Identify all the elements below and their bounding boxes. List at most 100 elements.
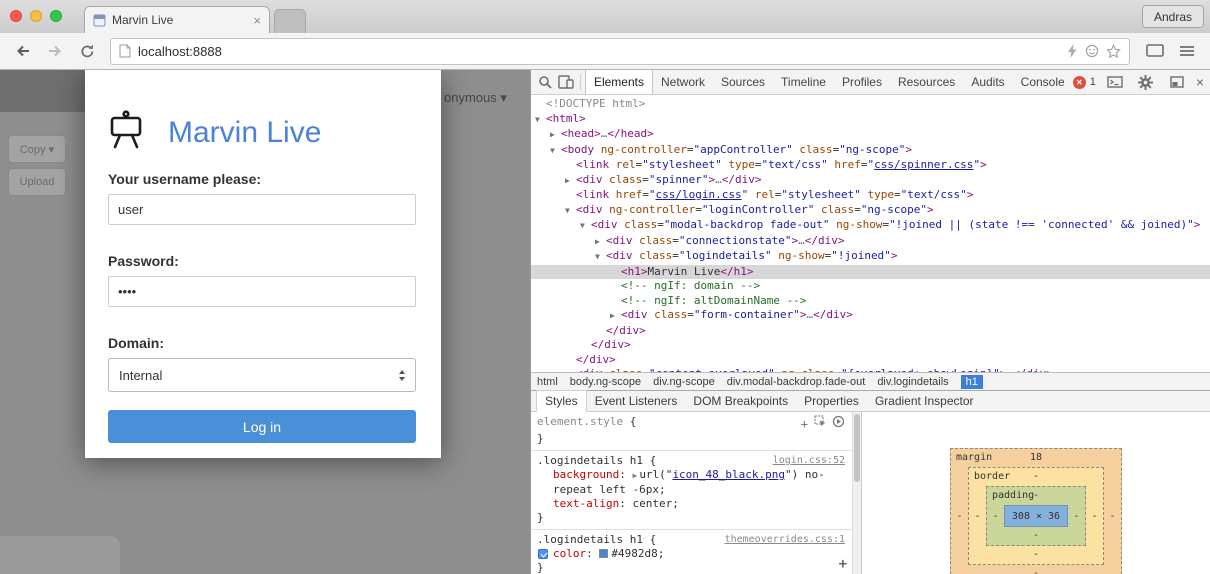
forward-button[interactable] (42, 38, 68, 64)
content-size-value[interactable]: 308 × 36 (1004, 505, 1068, 527)
expander-arrow-icon[interactable]: ▼ (565, 204, 576, 219)
dom-node-line[interactable]: </div> (531, 338, 1210, 353)
inspect-icon[interactable] (814, 415, 826, 432)
zoom-window-button[interactable] (50, 10, 62, 22)
profile-badge[interactable]: Andras (1142, 5, 1204, 28)
password-input[interactable] (108, 276, 416, 307)
breadcrumb-item[interactable]: div.modal-backdrop.fade-out (727, 376, 866, 388)
element-state-icon[interactable] (832, 415, 845, 432)
color-swatch[interactable] (599, 549, 608, 558)
dom-node-line[interactable]: ▶<div class="connectionstate">…</div> (531, 234, 1210, 250)
css-source-link[interactable]: login.css:52 (773, 454, 845, 468)
sidebar-tab-styles[interactable]: Styles (536, 390, 587, 412)
margin-right-value[interactable]: - (1104, 467, 1121, 565)
property-checkbox[interactable] (538, 549, 548, 559)
dom-node-line[interactable]: ▶<div class="spinner">…</div> (531, 173, 1210, 189)
devtools-tab-console[interactable]: Console (1013, 70, 1073, 94)
dom-node-line[interactable]: ▼<div class="logindetails" ng-show="!joi… (531, 249, 1210, 265)
dom-node-line[interactable]: ▼<body ng-controller="appController" cla… (531, 143, 1210, 159)
border-left-value[interactable]: - (969, 486, 986, 546)
dom-node-line[interactable]: </div> (531, 353, 1210, 368)
padding-bottom-value[interactable]: - (987, 527, 1085, 545)
console-drawer-icon[interactable] (1103, 76, 1127, 88)
new-style-rule-button[interactable]: + (839, 557, 847, 571)
expander-arrow-icon[interactable]: ▶ (565, 174, 576, 189)
expander-arrow-icon[interactable]: ▼ (595, 250, 606, 265)
style-property[interactable]: background: ▶url("icon_48_black.png") no… (537, 468, 845, 497)
copy-button[interactable]: Copy ▾ (8, 135, 66, 163)
login-button[interactable]: Log in (108, 410, 416, 443)
style-property[interactable]: text-align: center; (537, 497, 845, 511)
new-tab-button[interactable] (274, 9, 306, 33)
error-count[interactable]: 1 (1090, 76, 1096, 88)
breadcrumb-item[interactable]: h1 (961, 375, 983, 389)
dom-node-line[interactable]: </div> (531, 324, 1210, 339)
reload-button[interactable] (74, 38, 100, 64)
breadcrumb-item[interactable]: div.ng-scope (653, 376, 715, 388)
dom-node-line[interactable]: <link href="css/login.css" rel="styleshe… (531, 188, 1210, 203)
username-input[interactable] (108, 194, 416, 225)
browser-tab[interactable]: Marvin Live × (84, 6, 270, 33)
elements-tree[interactable]: <!DOCTYPE html>▼<html>▶<head>…</head>▼<b… (531, 95, 1210, 372)
breadcrumb-item[interactable]: body.ng-scope (570, 376, 641, 388)
cast-button[interactable] (1142, 38, 1168, 64)
dom-node-line[interactable]: <!DOCTYPE html> (531, 97, 1210, 112)
upload-button[interactable]: Upload (8, 168, 66, 196)
dom-node-line[interactable]: ▶<div class="form-container">…</div> (531, 308, 1210, 324)
dom-node-line[interactable]: <!-- ngIf: domain --> (531, 279, 1210, 294)
sidebar-tab-properties[interactable]: Properties (796, 391, 867, 411)
error-badge-icon[interactable]: ✕ (1073, 76, 1086, 89)
devtools-tab-elements[interactable]: Elements (585, 70, 653, 94)
rule-selector[interactable]: .logindetails h1 { (537, 454, 656, 467)
address-bar[interactable]: localhost:8888 (110, 38, 1130, 65)
sidebar-tab-gradient-inspector[interactable]: Gradient Inspector (867, 391, 982, 411)
breadcrumb-item[interactable]: div.logindetails (877, 376, 948, 388)
dom-node-line[interactable]: <link rel="stylesheet" type="text/css" h… (531, 158, 1210, 173)
search-icon[interactable] (535, 70, 556, 94)
dom-node-line[interactable]: ▼<html> (531, 112, 1210, 128)
domain-select[interactable]: Internal (108, 358, 416, 392)
dom-node-line[interactable]: ▼<div ng-controller="loginController" cl… (531, 203, 1210, 219)
device-mode-icon[interactable] (556, 70, 577, 94)
expander-arrow-icon[interactable]: ▼ (550, 144, 561, 159)
close-devtools-icon[interactable]: × (1196, 75, 1204, 89)
back-button[interactable] (10, 38, 36, 64)
scrollbar-thumb[interactable] (854, 414, 860, 482)
border-right-value[interactable]: - (1086, 486, 1103, 546)
smiley-icon[interactable] (1085, 44, 1099, 58)
margin-bottom-value[interactable]: - (951, 565, 1121, 574)
dom-node-line[interactable]: <h1>Marvin Live</h1> (531, 265, 1210, 280)
margin-left-value[interactable]: - (951, 467, 968, 565)
devtools-tab-timeline[interactable]: Timeline (773, 70, 834, 94)
dom-node-line[interactable]: ▶<head>…</head> (531, 127, 1210, 143)
css-source-link[interactable]: themeoverrides.css:1 (725, 533, 845, 547)
resource-link[interactable]: icon_48_black.png (672, 468, 785, 481)
lightning-icon[interactable] (1067, 44, 1078, 58)
expander-arrow-icon[interactable]: ▶ (565, 368, 576, 372)
devtools-tab-audits[interactable]: Audits (963, 70, 1012, 94)
settings-gear-icon[interactable] (1134, 75, 1158, 90)
element-style-selector[interactable]: element.style (537, 415, 623, 428)
bookmark-star-icon[interactable] (1106, 44, 1121, 59)
menu-button[interactable] (1174, 38, 1200, 64)
expander-arrow-icon[interactable]: ▶ (610, 309, 621, 324)
dom-node-line[interactable]: <!-- ngIf: altDomainName --> (531, 294, 1210, 309)
devtools-tab-sources[interactable]: Sources (713, 70, 773, 94)
add-style-rule-icon[interactable]: + (801, 417, 808, 431)
rule-selector[interactable]: .logindetails h1 { (537, 533, 656, 546)
style-property[interactable]: color: #4982d8; (537, 547, 845, 561)
expander-arrow-icon[interactable]: ▶ (595, 235, 606, 250)
close-window-button[interactable] (10, 10, 22, 22)
session-menu[interactable]: onymous ▾ (444, 90, 507, 106)
devtools-tab-network[interactable]: Network (653, 70, 713, 94)
sidebar-tab-dom-breakpoints[interactable]: DOM Breakpoints (685, 391, 796, 411)
devtools-tab-profiles[interactable]: Profiles (834, 70, 890, 94)
expander-arrow-icon[interactable]: ▼ (535, 113, 546, 128)
minimize-window-button[interactable] (30, 10, 42, 22)
padding-left-value[interactable]: - (987, 505, 1004, 527)
tab-close-icon[interactable]: × (253, 14, 261, 27)
breadcrumb-item[interactable]: html (537, 376, 558, 388)
padding-right-value[interactable]: - (1068, 505, 1085, 527)
dock-side-icon[interactable] (1165, 76, 1189, 88)
styles-scrollbar[interactable] (852, 412, 861, 574)
